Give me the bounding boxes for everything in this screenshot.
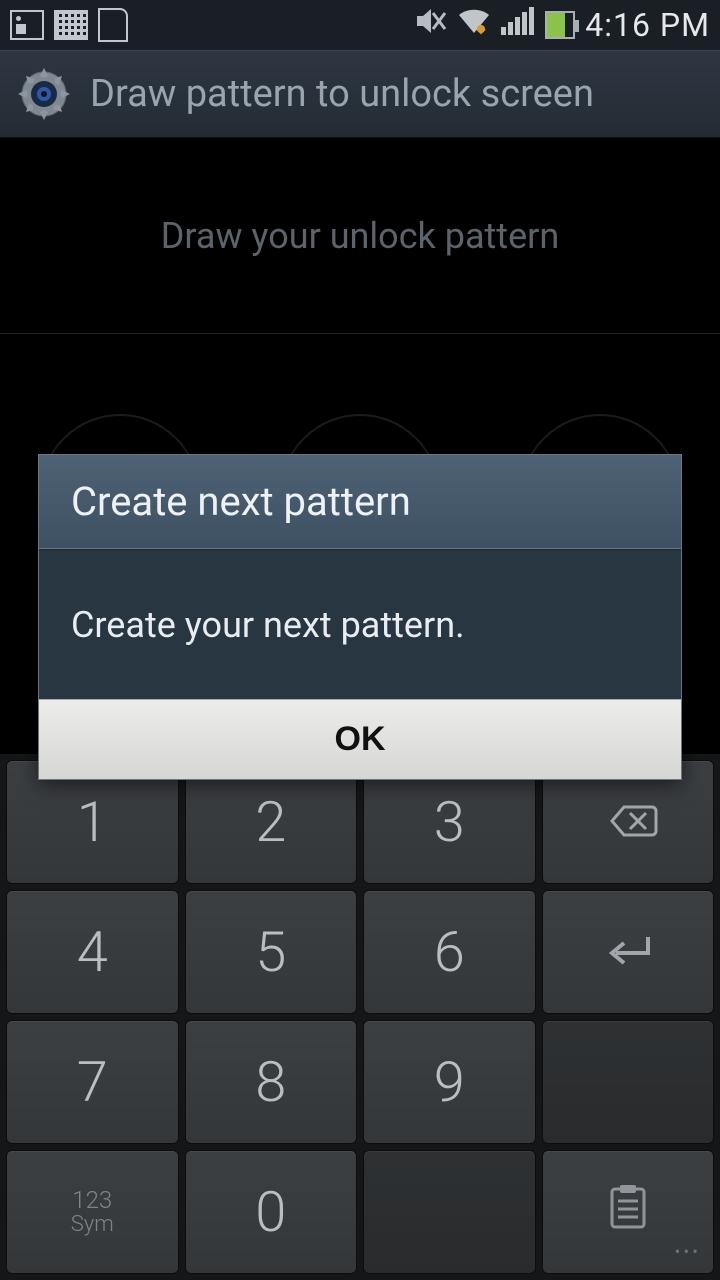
- clipboard-icon: [606, 1179, 650, 1245]
- battery-icon: [545, 11, 575, 39]
- more-dots-icon: •••: [675, 1242, 701, 1263]
- status-time: 4:16 PM: [585, 6, 710, 44]
- key-6[interactable]: 6: [363, 890, 536, 1014]
- key-blank: [542, 1020, 715, 1144]
- key-5[interactable]: 5: [185, 890, 358, 1014]
- status-left: [10, 8, 128, 42]
- instruction-text: Draw your unlock pattern: [161, 215, 560, 257]
- signal-icon: [501, 7, 535, 43]
- key-enter[interactable]: [542, 890, 715, 1014]
- key-sym[interactable]: 123 Sym: [6, 1150, 179, 1274]
- dialog-title: Create next pattern: [71, 478, 411, 525]
- key-clipboard[interactable]: •••: [542, 1150, 715, 1274]
- dialog-header: Create next pattern: [39, 455, 681, 549]
- enter-icon: [600, 919, 656, 985]
- key-0[interactable]: 0: [185, 1150, 358, 1274]
- keyboard-notification-icon: [54, 10, 88, 40]
- gallery-icon: [10, 10, 44, 40]
- dialog-message: Create your next pattern.: [71, 604, 465, 646]
- dialog-footer: OK: [39, 699, 681, 779]
- ok-button[interactable]: OK: [39, 700, 681, 779]
- key-sym-line1: 123: [72, 1187, 112, 1213]
- key-blank: [363, 1150, 536, 1274]
- dialog: Create next pattern Create your next pat…: [38, 454, 682, 780]
- dialog-body: Create your next pattern.: [39, 549, 681, 699]
- backspace-icon: [598, 789, 658, 855]
- wifi-icon: [457, 7, 491, 43]
- key-9[interactable]: 9: [363, 1020, 536, 1144]
- status-right: 4:16 PM: [415, 6, 710, 44]
- key-8[interactable]: 8: [185, 1020, 358, 1144]
- key-7[interactable]: 7: [6, 1020, 179, 1144]
- key-4[interactable]: 4: [6, 890, 179, 1014]
- page-title: Draw pattern to unlock screen: [90, 72, 594, 116]
- numeric-keypad: 1 2 3 4 5 6 7 8 9 123 Sym 0: [0, 754, 720, 1280]
- mute-icon: [415, 7, 447, 43]
- sim-icon: [98, 8, 128, 42]
- instruction-area: Draw your unlock pattern: [0, 138, 720, 334]
- title-bar: Draw pattern to unlock screen: [0, 50, 720, 138]
- key-sym-line2: Sym: [71, 1213, 114, 1237]
- settings-gear-icon: [16, 66, 72, 122]
- status-bar: 4:16 PM: [0, 0, 720, 50]
